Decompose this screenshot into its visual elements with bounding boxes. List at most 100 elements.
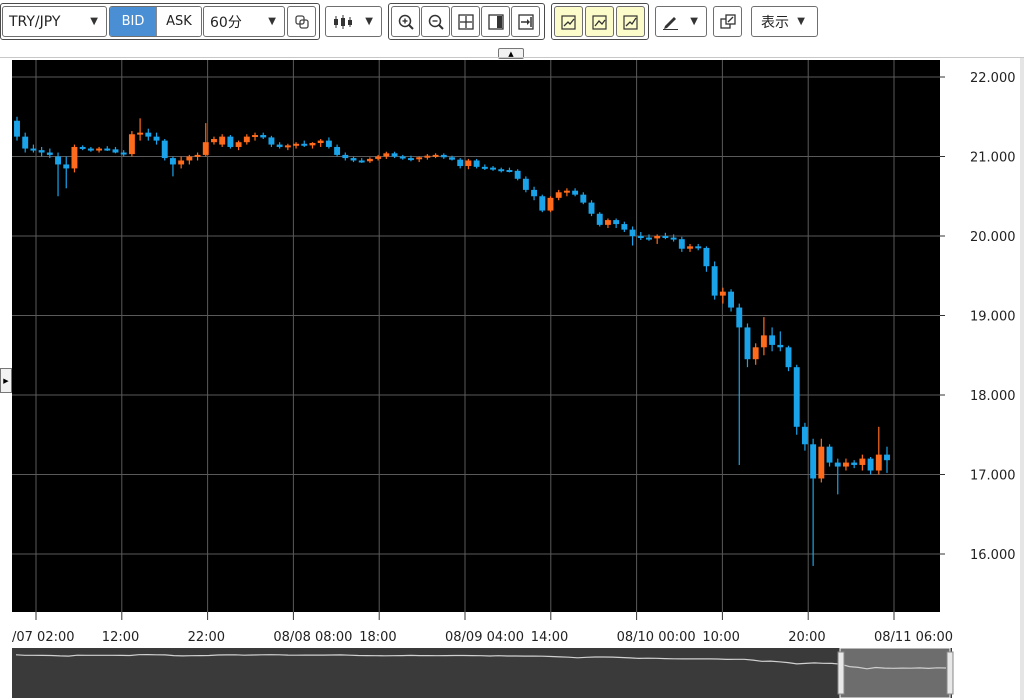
y-tick-label: 18.000	[970, 389, 1016, 404]
candle-body	[408, 158, 414, 161]
y-tick-label: 21.000	[970, 151, 1016, 166]
candle-body	[752, 347, 759, 360]
candle-body	[678, 239, 685, 249]
popout-button[interactable]	[713, 6, 742, 37]
candle	[539, 194, 546, 213]
side-panel-arrow-icon: ▶	[3, 376, 9, 385]
candle-body	[416, 157, 423, 160]
candle-body	[531, 189, 538, 197]
candle-body	[375, 156, 382, 159]
candle-body	[87, 148, 94, 151]
candle-body	[801, 426, 808, 445]
candle	[596, 212, 603, 227]
candle-body	[178, 160, 185, 165]
candle	[71, 144, 78, 173]
draw-tool-select[interactable]: ▼	[655, 6, 707, 37]
candle-body	[30, 148, 37, 151]
candle-body	[604, 220, 611, 225]
candle-body	[875, 454, 882, 471]
candle-body	[120, 152, 127, 155]
x-tick-label: 12:00	[102, 630, 139, 645]
candle-body	[473, 160, 480, 167]
candle-body	[613, 220, 620, 225]
chevron-down-icon: ▼	[365, 16, 373, 27]
candle-body	[687, 246, 693, 249]
view-label: 表示	[761, 14, 789, 31]
range-navigator[interactable]	[12, 647, 954, 699]
candle-body	[194, 154, 201, 157]
candle-body	[654, 236, 661, 239]
candle-body	[276, 144, 283, 147]
chart-type-select[interactable]: ▼	[325, 6, 382, 37]
candle-body	[227, 136, 234, 147]
candle-body	[457, 159, 464, 167]
candle-body	[112, 149, 119, 153]
candle-body	[728, 291, 735, 308]
candle-body	[490, 167, 496, 170]
candlestick-chart[interactable]: 22.000 21.000 20.000 19.000 18.000 17.000 16.0…	[12, 60, 1020, 700]
candle-body	[481, 166, 488, 169]
x-tick-label: 08/08 08:00	[273, 630, 352, 645]
draw-pen-icon	[663, 16, 678, 30]
candle-body	[219, 136, 226, 145]
navigator-handle-left[interactable]	[837, 651, 845, 695]
candle-body	[465, 160, 472, 167]
candle-body	[391, 153, 398, 157]
candle-body	[826, 446, 833, 463]
right-edge	[1020, 58, 1024, 700]
candle-body	[22, 136, 29, 149]
candle-body	[293, 143, 300, 146]
candle-body	[14, 120, 20, 137]
x-tick-label: 10:00	[702, 630, 739, 645]
navigator-window[interactable]	[839, 647, 951, 699]
y-tick-label: 22.000	[970, 71, 1016, 86]
candle-body	[555, 192, 562, 198]
candle	[588, 200, 595, 217]
candle-body	[350, 158, 357, 161]
candle-body	[260, 135, 267, 138]
candle-body	[268, 137, 275, 145]
side-panel-toggle[interactable]: ▶	[0, 368, 12, 393]
x-tick-label: 08/09 04:00	[445, 630, 524, 645]
candle	[547, 196, 554, 213]
candle-body	[744, 327, 751, 360]
candle	[711, 261, 718, 300]
candle-body	[834, 462, 841, 467]
y-tick-label: 20.000	[970, 230, 1016, 245]
candle-body	[736, 307, 743, 328]
candle-body	[169, 158, 176, 165]
candle-body	[711, 266, 718, 296]
x-tick-label: 18:00	[359, 630, 396, 645]
candle-body	[366, 158, 373, 162]
navigator-handle-right[interactable]	[946, 651, 954, 695]
candle-body	[104, 148, 111, 151]
x-tick-label: 08/10 00:00	[617, 630, 696, 645]
candle-body	[440, 154, 447, 158]
x-tick-label: /07 02:00	[12, 630, 75, 645]
candle-body	[317, 140, 324, 143]
candle-body	[596, 213, 603, 225]
tool-group-outline	[0, 3, 320, 40]
candle-body	[301, 143, 308, 146]
candle-body	[55, 156, 61, 165]
candle-body	[96, 148, 103, 151]
candle-body	[547, 197, 554, 211]
view-menu-button[interactable]: 表示 ▼	[751, 6, 818, 37]
candle-body	[563, 190, 570, 193]
candle-body	[449, 157, 455, 160]
candle	[161, 139, 168, 161]
candle-body	[703, 247, 710, 267]
candle-body	[498, 169, 505, 172]
chart-canvas[interactable]: 22.000 21.000 20.000 19.000 18.000 17.000 16.0…	[12, 60, 1020, 700]
candle-body	[867, 458, 874, 471]
candle-body	[243, 136, 250, 143]
candle-body	[719, 291, 726, 296]
candle-body	[202, 142, 209, 155]
candlestick-icon	[334, 14, 352, 29]
plot-area[interactable]	[12, 60, 940, 612]
candle-body	[358, 160, 365, 163]
candle-body	[670, 237, 677, 240]
candle	[793, 364, 800, 435]
candle-body	[695, 246, 702, 249]
chevron-down-icon: ▼	[690, 16, 698, 27]
